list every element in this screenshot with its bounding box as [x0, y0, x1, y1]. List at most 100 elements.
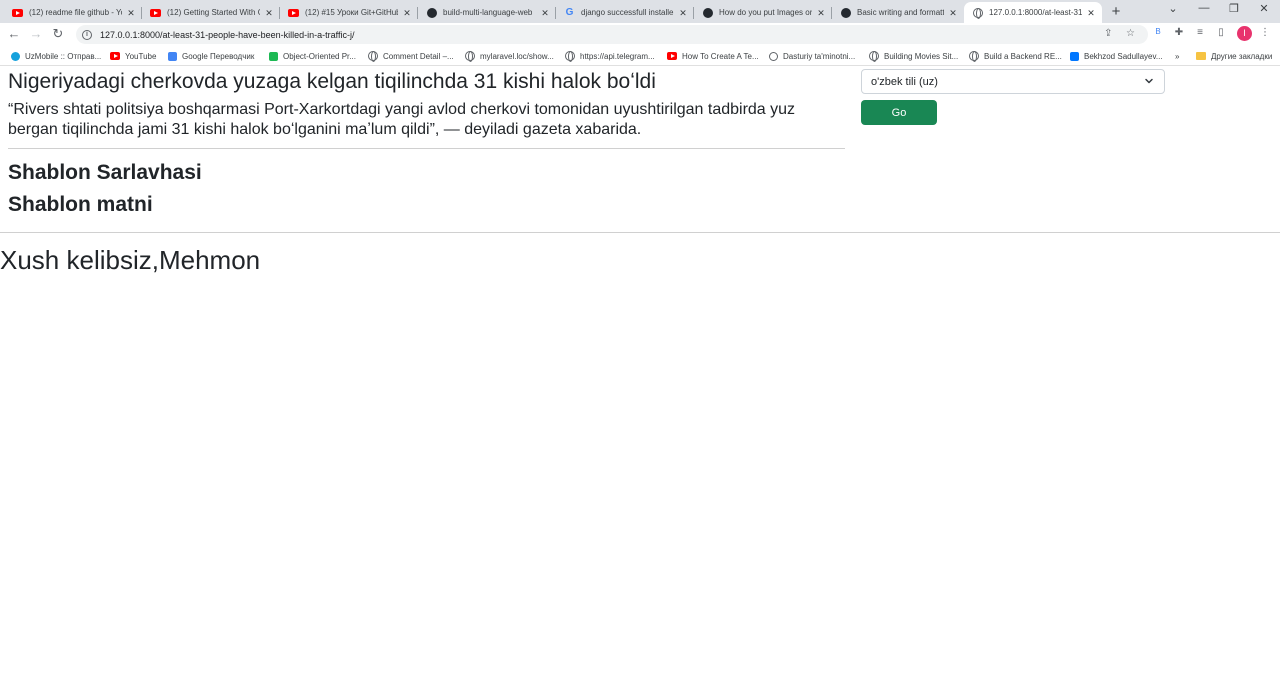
google-icon: G — [565, 7, 574, 18]
address-bar[interactable]: i 127.0.0.1:8000/at-least-31-people-have… — [76, 25, 1148, 44]
youtube-icon — [667, 51, 677, 61]
bookmark-item[interactable]: UzMobile :: Отправ... — [10, 50, 101, 62]
chevron-down-icon — [1145, 78, 1153, 84]
close-tab-icon[interactable]: ✕ — [264, 8, 274, 18]
tab-strip: (12) readme file github - Yo ✕ (12) Gett… — [0, 0, 1280, 23]
tab-title: django successfull installe — [581, 8, 674, 17]
template-title: Shablon Sarlavhasi — [8, 161, 202, 184]
translate-icon — [167, 51, 177, 61]
bookmark-label: https://api.telegram... — [580, 51, 655, 61]
go-button[interactable]: Go — [861, 100, 937, 125]
globe-icon — [368, 51, 378, 62]
bookmark-item[interactable]: Object-Oriented Pr... — [268, 50, 356, 62]
vk-icon — [1069, 51, 1079, 61]
close-tab-icon[interactable]: ✕ — [948, 8, 958, 18]
bookmark-label: Object-Oriented Pr... — [283, 51, 356, 61]
browser-tab[interactable]: build-multi-language-web ✕ — [418, 2, 556, 23]
globe-icon — [465, 51, 475, 62]
browser-tab[interactable]: How do you put Images or ✕ — [694, 2, 832, 23]
close-tab-icon[interactable]: ✕ — [816, 8, 826, 18]
bookmark-item[interactable]: mylaravel.loc/show... — [465, 50, 554, 62]
bookmark-label: YouTube — [125, 51, 157, 61]
browser-tab[interactable]: Basic writing and formattin ✕ — [832, 2, 964, 23]
bookmark-label: mylaravel.loc/show... — [480, 51, 554, 61]
restore-icon[interactable]: ❐ — [1224, 2, 1244, 15]
news-title: Nigeriyadagi cherkovda yuzaga kelgan tiq… — [8, 70, 656, 93]
bookmark-star-icon[interactable]: ☆ — [1126, 28, 1135, 39]
browser-tab[interactable]: (12) Getting Started With G ✕ — [142, 2, 280, 23]
bookmark-item[interactable]: Bekhzod Sadullayev... — [1069, 50, 1163, 62]
bookmark-item[interactable]: https://api.telegram... — [565, 50, 655, 62]
tab-title: Basic writing and formattin — [857, 8, 944, 17]
site-info-icon[interactable]: i — [82, 29, 92, 40]
tab-search-icon[interactable]: ⌄ — [1163, 2, 1183, 15]
tab-title: 127.0.0.1:8000/at-least-31- — [989, 8, 1082, 17]
browser-toolbar: ← → ↻ i 127.0.0.1:8000/at-least-31-peopl… — [0, 23, 1280, 46]
language-select-value: o'zbek tili (uz) — [871, 75, 938, 88]
close-tab-icon[interactable]: ✕ — [540, 8, 550, 18]
minimize-icon[interactable]: — — [1194, 2, 1214, 14]
welcome-heading: Xush kelibsiz,Mehmon — [0, 245, 261, 275]
menu-icon[interactable]: ⋮ — [1258, 27, 1272, 38]
tab-title: (12) Getting Started With G — [167, 8, 260, 17]
youtube-icon — [12, 7, 23, 18]
bulb-icon — [768, 51, 778, 61]
youtube-icon — [110, 51, 120, 61]
side-panel-icon[interactable]: ▯ — [1214, 27, 1228, 38]
more-bookmarks-button[interactable]: » — [1175, 50, 1179, 62]
bookmark-item[interactable]: Dasturiy ta'minotni... — [768, 50, 855, 62]
github-icon — [840, 7, 851, 18]
back-icon[interactable]: ← — [6, 26, 22, 42]
profile-avatar[interactable]: I — [1237, 26, 1252, 41]
tab-title: build-multi-language-web — [443, 8, 533, 17]
bookmark-label: Comment Detail –... — [383, 51, 454, 61]
close-tab-icon[interactable]: ✕ — [678, 8, 688, 18]
uzmobile-icon — [10, 51, 20, 61]
browser-tab[interactable]: (12) #15 Уроки Git+GitHub ✕ — [280, 2, 418, 23]
bookmark-item[interactable]: Comment Detail –... — [368, 50, 454, 62]
bookmark-label: Другие закладки — [1211, 51, 1273, 61]
browser-tab[interactable]: G django successfull installe ✕ — [556, 2, 694, 23]
divider — [0, 232, 1280, 233]
template-text: Shablon matni — [8, 193, 153, 216]
close-tab-icon[interactable]: ✕ — [1086, 8, 1096, 18]
close-tab-icon[interactable]: ✕ — [126, 8, 136, 18]
globe-icon — [972, 7, 983, 19]
bookmark-label: Building Movies Sit... — [884, 51, 959, 61]
close-tab-icon[interactable]: ✕ — [402, 8, 412, 18]
bookmark-label: Dasturiy ta'minotni... — [783, 51, 856, 61]
bookmark-item[interactable]: How To Create A Te... — [667, 50, 759, 62]
bookmark-label: How To Create A Te... — [682, 51, 759, 61]
tab-title: (12) readme file github - Yo — [29, 8, 122, 17]
youtube-icon — [150, 7, 161, 18]
extensions-puzzle-icon[interactable]: ✚ — [1172, 27, 1186, 38]
address-url: 127.0.0.1:8000/at-least-31-people-have-b… — [100, 29, 355, 40]
reload-icon[interactable]: ↻ — [50, 26, 66, 42]
folder-icon — [1196, 51, 1206, 61]
browser-tab[interactable]: (12) readme file github - Yo ✕ — [4, 2, 142, 23]
bookmark-item[interactable]: Google Переводчик — [167, 50, 254, 62]
globe-icon — [565, 51, 575, 62]
page-content: Nigeriyadagi cherkovda yuzaga kelgan tiq… — [0, 67, 1280, 700]
forward-icon[interactable]: → — [28, 26, 44, 42]
github-icon — [702, 7, 713, 18]
extension-icon[interactable]: B — [1151, 27, 1165, 36]
bookmark-item[interactable]: Build a Backend RE... — [969, 50, 1062, 62]
browser-tab-active[interactable]: 127.0.0.1:8000/at-least-31- ✕ — [964, 2, 1102, 23]
reading-list-icon[interactable]: ≡ — [1193, 27, 1207, 38]
bookmark-label: UzMobile :: Отправ... — [25, 51, 102, 61]
bookmark-label: Google Переводчик — [182, 51, 255, 61]
github-icon — [426, 7, 437, 18]
bookmark-item[interactable]: Building Movies Sit... — [869, 50, 958, 62]
news-text: “Rivers shtati politsiya boshqarmasi Por… — [8, 101, 796, 138]
new-tab-button[interactable]: + — [1108, 3, 1124, 20]
language-select[interactable]: o'zbek tili (uz) — [861, 69, 1165, 94]
tab-title: (12) #15 Уроки Git+GitHub — [305, 8, 398, 17]
globe-icon — [969, 51, 979, 62]
bookmark-label: Bekhzod Sadullayev... — [1084, 51, 1163, 61]
other-bookmarks-folder[interactable]: Другие закладки — [1196, 50, 1272, 62]
bookmark-item[interactable]: YouTube — [110, 50, 156, 62]
share-icon[interactable]: ⇪ — [1104, 28, 1112, 39]
bookmarks-bar: UzMobile :: Отправ... YouTube Google Пер… — [0, 46, 1280, 66]
close-window-icon[interactable]: ✕ — [1254, 2, 1274, 15]
